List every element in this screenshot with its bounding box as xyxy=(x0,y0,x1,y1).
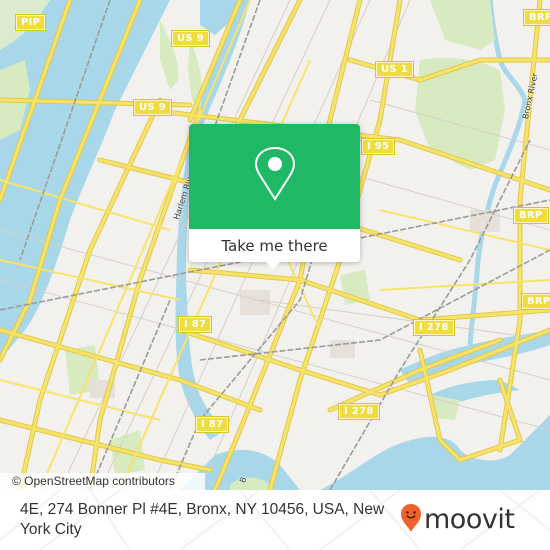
road-shield-brp: BRP xyxy=(521,293,550,310)
road-shield-i278: I 278 xyxy=(338,403,380,420)
moovit-pin-icon xyxy=(399,503,423,537)
map-attribution[interactable]: © OpenStreetMap contributors xyxy=(0,473,205,490)
map-pin-icon xyxy=(254,146,295,207)
address-text: 4E, 274 Bonner Pl #4E, Bronx, NY 10456, … xyxy=(20,501,385,538)
road-shield-us1: US 1 xyxy=(375,61,414,78)
popup-pointer xyxy=(265,261,281,269)
road-shield-pip: PIP xyxy=(14,14,47,31)
road-shield-brp: BRP xyxy=(513,207,549,224)
moovit-wordmark: moovit xyxy=(424,504,515,535)
road-shield-brp: BRP xyxy=(523,9,550,26)
popup-header xyxy=(189,124,360,229)
road-shield-i87: I 87 xyxy=(177,316,213,333)
road-shield-i95: I 95 xyxy=(360,138,396,155)
road-shield-us9: US 9 xyxy=(171,30,210,47)
road-shield-i87: I 87 xyxy=(194,416,230,433)
location-popup: Take me there xyxy=(189,124,360,269)
road-shield-us9: US 9 xyxy=(133,99,172,116)
take-me-there-button[interactable]: Take me there xyxy=(189,229,360,262)
moovit-logo[interactable]: moovit xyxy=(399,503,515,537)
road-shield-i278: I 278 xyxy=(413,319,455,336)
